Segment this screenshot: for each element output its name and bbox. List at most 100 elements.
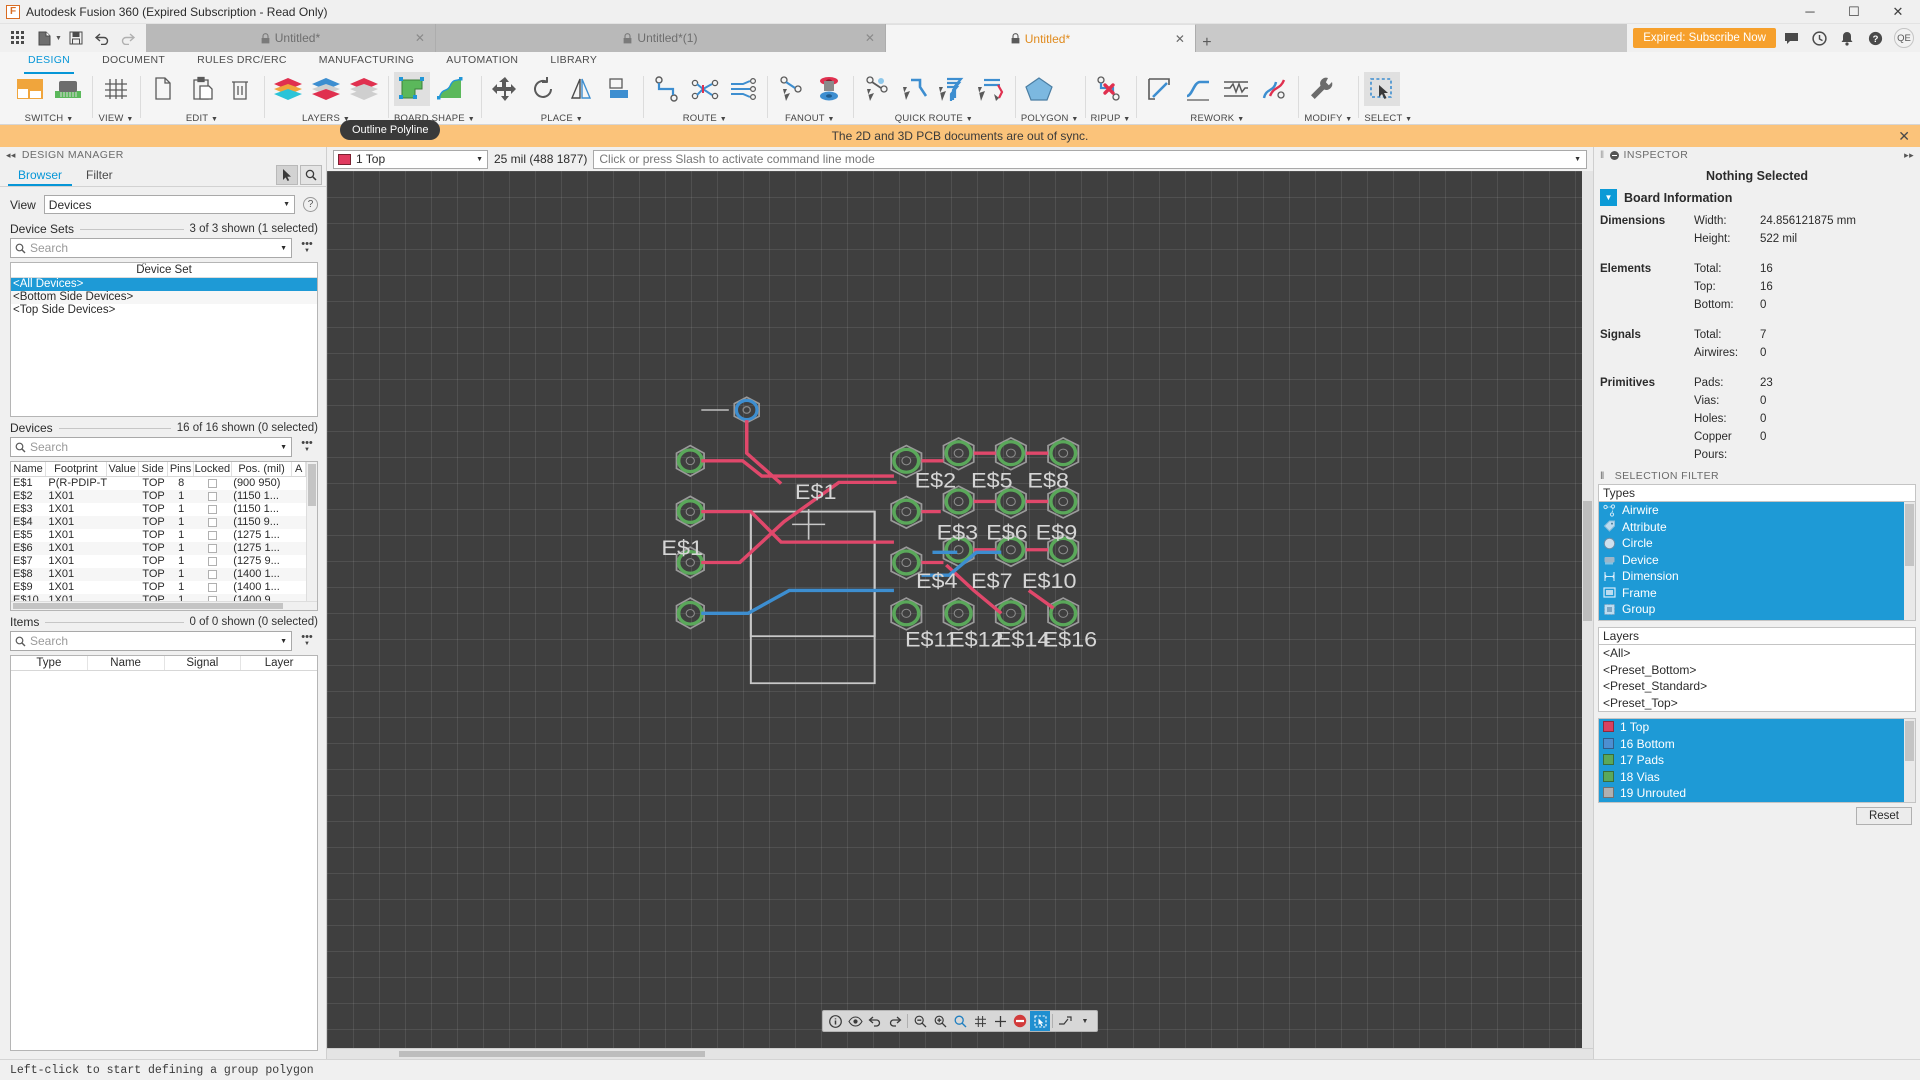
- layer-row-17-pads[interactable]: 17 Pads: [1599, 752, 1904, 769]
- new-document-caret-icon[interactable]: ▼: [55, 35, 62, 42]
- canvas-vertical-scrollbar[interactable]: [1582, 171, 1593, 1048]
- chevron-down-icon[interactable]: ▼: [283, 201, 290, 208]
- copy-icon[interactable]: [146, 72, 182, 106]
- layers-top-icon[interactable]: [346, 72, 382, 106]
- ribbon-tab-automation[interactable]: AUTOMATION: [430, 52, 534, 72]
- selection-filter-type-dimension[interactable]: Dimension: [1599, 568, 1904, 585]
- route-bus-icon[interactable]: [725, 72, 761, 106]
- grid-toggle-icon[interactable]: [970, 1011, 990, 1031]
- cell-locked[interactable]: [194, 542, 231, 555]
- chevron-down-icon[interactable]: ▼: [1574, 156, 1581, 163]
- document-tab-2-close-icon[interactable]: ✕: [865, 31, 875, 45]
- items-col-type[interactable]: Type: [11, 656, 88, 670]
- device-set-row-bottom[interactable]: <Bottom Side Devices>: [11, 291, 317, 304]
- eye-visibility-icon[interactable]: [845, 1011, 865, 1031]
- bell-icon[interactable]: [1834, 26, 1860, 50]
- ribbon-tab-design[interactable]: DESIGN: [12, 52, 86, 74]
- chevron-down-icon[interactable]: ▼: [1075, 1011, 1095, 1031]
- selection-filter-type-hole[interactable]: Hole: [1599, 618, 1904, 620]
- zoom-tool-button[interactable]: [300, 164, 322, 185]
- cell-locked[interactable]: [194, 581, 231, 594]
- selection-filter-type-attribute[interactable]: Attribute: [1599, 519, 1904, 536]
- device-set-row-top[interactable]: <Top Side Devices>: [11, 304, 317, 317]
- table-row[interactable]: E$7 1X01 TOP 1 (1275 9...: [11, 555, 306, 568]
- rework-line-icon[interactable]: [1142, 72, 1178, 106]
- tab-browser[interactable]: Browser: [6, 163, 74, 186]
- quick-route-finish-icon[interactable]: [973, 72, 1009, 106]
- device-sets-list[interactable]: ^ Device Set <All Devices> <Bottom Side …: [10, 262, 318, 417]
- panel-grip-icon[interactable]: ‖: [1600, 470, 1605, 482]
- table-row[interactable]: E$4 1X01 TOP 1 (1150 9...: [11, 516, 306, 529]
- layer-row-19-unrouted[interactable]: 19 Unrouted: [1599, 785, 1904, 802]
- devices-col-name[interactable]: ^ Name: [11, 462, 47, 476]
- device-sets-search-input[interactable]: Search ▼: [10, 238, 292, 258]
- chevron-down-icon[interactable]: ▼: [280, 638, 287, 645]
- device-sets-options-button[interactable]: ••• ▼: [296, 239, 318, 255]
- scroll-thumb[interactable]: [1905, 504, 1914, 566]
- rework-length-icon[interactable]: [1218, 72, 1254, 106]
- checkbox[interactable]: [208, 570, 218, 579]
- checkbox[interactable]: [208, 531, 218, 540]
- layer-preset-row[interactable]: <Preset_Bottom>: [1599, 662, 1915, 679]
- via-fanout-icon[interactable]: [811, 72, 847, 106]
- devices-col-footprint[interactable]: Footprint: [46, 462, 107, 476]
- grid-icon[interactable]: [98, 72, 134, 106]
- ribbon-tab-rules[interactable]: RULES DRC/ERC: [181, 52, 303, 72]
- view-combo[interactable]: Devices ▼: [43, 195, 295, 214]
- measure-icon[interactable]: [1055, 1011, 1075, 1031]
- avatar[interactable]: QE: [1894, 28, 1914, 48]
- devices-vertical-scrollbar[interactable]: [306, 462, 317, 601]
- table-row[interactable]: E$3 1X01 TOP 1 (1150 1...: [11, 503, 306, 516]
- document-tab-3[interactable]: Untitled* ✕: [885, 24, 1196, 52]
- checkbox[interactable]: [208, 557, 218, 566]
- table-row[interactable]: E$1 P(R-PDIP-T8) TOP 8 (900 950): [11, 477, 306, 490]
- cell-locked[interactable]: [194, 594, 231, 601]
- polygon-icon[interactable]: [1021, 72, 1057, 106]
- quick-route-corner-icon[interactable]: [897, 72, 933, 106]
- layer-row-16-bottom[interactable]: 16 Bottom: [1599, 735, 1904, 752]
- command-line-input[interactable]: Click or press Slash to activate command…: [593, 149, 1587, 169]
- rework-mesh-icon[interactable]: [1256, 72, 1292, 106]
- canvas-horizontal-scrollbar[interactable]: [327, 1048, 1593, 1059]
- device-sets-column-header[interactable]: ^ Device Set: [11, 263, 317, 278]
- document-tab-1[interactable]: Untitled* ✕: [145, 24, 436, 52]
- maximize-button[interactable]: ☐: [1832, 0, 1876, 24]
- cell-locked[interactable]: [194, 568, 231, 581]
- device-set-row-all[interactable]: <All Devices>: [11, 278, 317, 291]
- board-curve-icon[interactable]: [432, 72, 468, 106]
- items-search-input[interactable]: Search ▼: [10, 631, 292, 651]
- select-area-icon[interactable]: [1030, 1011, 1050, 1031]
- info-icon[interactable]: [825, 1011, 845, 1031]
- document-tab-3-close-icon[interactable]: ✕: [1175, 32, 1185, 46]
- move-icon[interactable]: [487, 72, 523, 106]
- checkbox[interactable]: [208, 492, 218, 501]
- devices-options-button[interactable]: ••• ▼: [296, 438, 318, 454]
- quick-route-multi-icon[interactable]: [935, 72, 971, 106]
- board-information-header[interactable]: ▼ Board Information: [1594, 187, 1920, 212]
- pcb-canvas[interactable]: E$1 E$1 E$2 E$5 E$8 E$3 E$6 E$9 E$4 E$7 …: [327, 171, 1593, 1048]
- help-icon[interactable]: ?: [1862, 26, 1888, 50]
- clock-icon[interactable]: [1806, 26, 1832, 50]
- ribbon-tab-manufacturing[interactable]: MANUFACTURING: [303, 52, 430, 72]
- selection-filter-type-device[interactable]: Device: [1599, 552, 1904, 569]
- cell-locked[interactable]: [194, 555, 231, 568]
- layer-row-1-top[interactable]: 1 Top: [1599, 719, 1904, 736]
- minimize-button[interactable]: ─: [1788, 0, 1832, 24]
- table-row[interactable]: E$10 1X01 TOP 1 (1400 9...: [11, 594, 306, 601]
- collapse-panel-icon[interactable]: ◂◂: [6, 150, 16, 161]
- scroll-thumb[interactable]: [1583, 501, 1592, 621]
- types-list[interactable]: Airwire Attribute Circle Device Dimension Fra…: [1598, 501, 1916, 621]
- cell-locked[interactable]: [194, 503, 231, 516]
- ripup-icon[interactable]: [1091, 72, 1127, 106]
- scroll-thumb[interactable]: [13, 603, 283, 609]
- scroll-thumb[interactable]: [399, 1051, 705, 1057]
- selection-filter-type-circle[interactable]: Circle: [1599, 535, 1904, 552]
- rework-bend-icon[interactable]: [1180, 72, 1216, 106]
- table-row[interactable]: E$5 1X01 TOP 1 (1275 1...: [11, 529, 306, 542]
- scroll-thumb[interactable]: [308, 464, 316, 506]
- cell-locked[interactable]: [194, 477, 231, 490]
- scroll-thumb[interactable]: [1905, 721, 1914, 761]
- fanout-icon[interactable]: [773, 72, 809, 106]
- items-col-name[interactable]: Name: [88, 656, 165, 670]
- crosshair-icon[interactable]: [990, 1011, 1010, 1031]
